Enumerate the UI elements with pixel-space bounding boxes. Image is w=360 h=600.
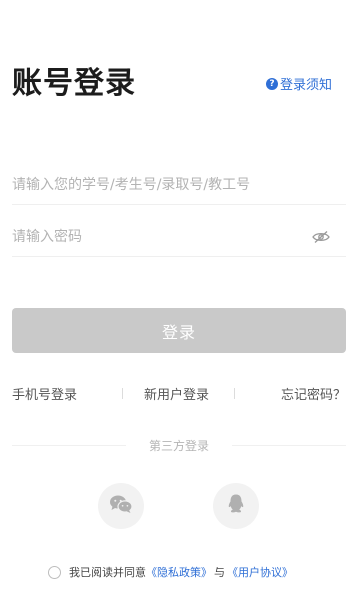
help-circle-icon: ? (265, 77, 278, 90)
account-field (12, 164, 346, 205)
eye-closed-icon[interactable] (312, 229, 330, 243)
user-agreement-link[interactable]: 《用户协议》 (227, 564, 293, 580)
login-notice-link[interactable]: ? 登录须知 (265, 74, 332, 93)
agreement-conjunction: 与 (214, 566, 225, 579)
password-field (12, 216, 346, 257)
new-user-login-link[interactable]: 新用户登录 (144, 384, 209, 403)
login-button[interactable]: 登录 (12, 308, 346, 353)
agreement-prefix: 我已阅读并同意 (69, 566, 146, 579)
link-separator (234, 388, 235, 399)
privacy-policy-link[interactable]: 《隐私政策》 (146, 564, 212, 580)
forgot-password-link[interactable]: 忘记密码？ (281, 384, 346, 403)
third-party-divider: 第三方登录 (12, 437, 346, 455)
qq-icon (226, 493, 246, 519)
auxiliary-links: 手机号登录 新用户登录 忘记密码？ (12, 384, 346, 404)
qq-login-button[interactable] (213, 483, 259, 529)
agreement-checkbox[interactable] (48, 565, 61, 579)
account-input[interactable] (12, 172, 302, 198)
login-notice-label: 登录须知 (279, 78, 332, 93)
agreement-row: 我已阅读并同意 《隐私政策》 与 《用户协议》 (48, 564, 293, 580)
page-title: 账号登录 (12, 66, 136, 101)
wechat-login-button[interactable] (98, 483, 144, 529)
link-separator (122, 388, 123, 399)
wechat-icon (109, 494, 133, 518)
divider-line-right (232, 445, 346, 446)
phone-login-link[interactable]: 手机号登录 (12, 384, 77, 403)
password-input[interactable] (12, 224, 302, 250)
